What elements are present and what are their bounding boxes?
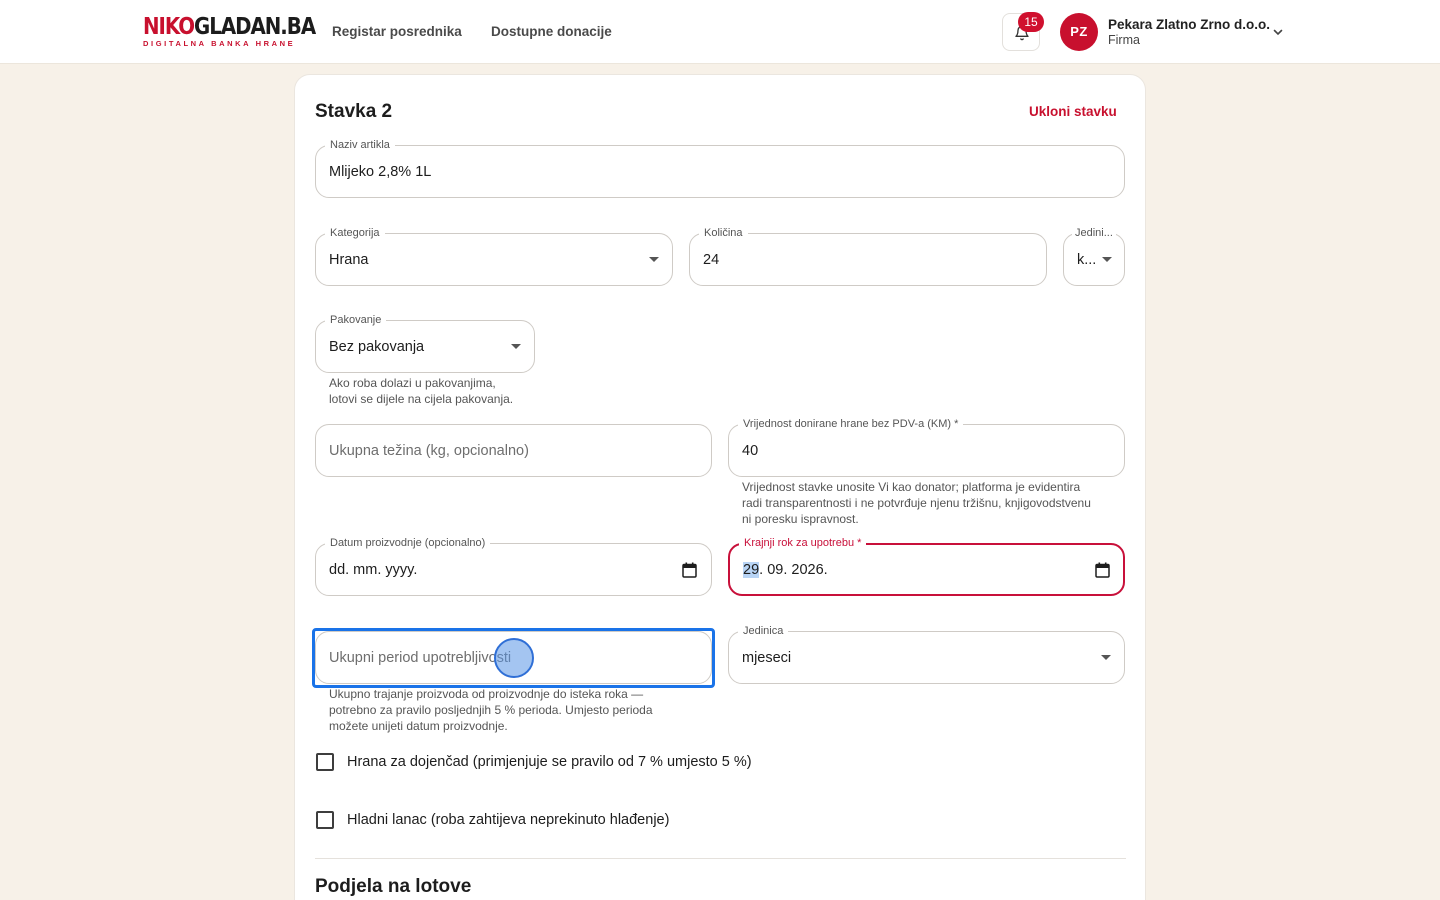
datum-proizvodnje-field[interactable]: Datum proizvodnje (opcionalno) dd. mm. y… [315,536,712,596]
vrijednost-field[interactable]: Vrijednost donirane hrane bez PDV-a (KM)… [728,417,1125,477]
field-value: Bez pakovanja [329,338,425,355]
item-title: Stavka 2 [315,101,393,122]
nav-registar-posrednika[interactable]: Registar posrednika [332,24,462,39]
checkbox-label: Hladni lanac (roba zahtijeva neprekinuto… [347,812,670,828]
logo-wordmark: NIKOGLADAN.BA [143,14,316,40]
field-placeholder: Ukupna težina (kg, opcionalno) [329,442,529,459]
dropdown-caret-icon [649,256,659,262]
field-value: mjeseci [742,649,792,666]
field-value: 24 [703,251,720,268]
field-value: dd. mm. yyyy. [329,561,418,578]
period-jedinica-select[interactable]: Jedinica mjeseci [728,624,1125,684]
jedinica-kolicina-select[interactable]: Jedini... k... [1063,226,1125,286]
chevron-down-icon[interactable] [1272,26,1284,38]
calendar-icon[interactable] [682,562,697,578]
period-helper: Ukupno trajanje proizvoda od proizvodnje… [329,687,653,733]
logo[interactable]: NIKOGLADAN.BA DIGITALNA BANKA HRANE [143,16,343,48]
dropdown-caret-icon [1102,256,1112,262]
user-role: Firma [1108,33,1140,47]
notification-count-badge: 15 [1018,12,1044,32]
checkbox-box[interactable] [316,753,334,771]
field-placeholder: Ukupni period upotrebljivosti [329,649,512,666]
field-value: 40 [742,442,759,459]
kolicina-field[interactable]: Količina 24 [689,226,1047,286]
dropdown-caret-icon [511,343,521,349]
nav-dostupne-donacije[interactable]: Dostupne donacije [491,24,612,39]
top-navigation-bar: NIKOGLADAN.BA DIGITALNA BANKA HRANE Regi… [0,0,1440,64]
field-value: Mlijeko 2,8% 1L [329,163,432,180]
lotovi-title: Podjela na lotove [315,876,472,897]
cursor-indicator [494,638,534,678]
field-value: Hrana [329,251,369,268]
logo-tagline: DIGITALNA BANKA HRANE [143,39,296,48]
dropdown-caret-icon [1101,654,1111,660]
naziv-artikla-field[interactable]: Naziv artikla Mlijeko 2,8% 1L [315,138,1125,198]
divider [315,858,1126,859]
vrijednost-helper: Vrijednost stavke unosite Vi kao donator… [742,480,1091,526]
selected-day-segment[interactable]: 29 [743,561,760,578]
checkbox-label: Hrana za dojenčad (primjenjuje se pravil… [347,754,752,770]
kategorija-select[interactable]: Kategorija Hrana [315,226,673,286]
krajnji-rok-field[interactable]: Krajnji rok za upotrebu * 29. 09. 2026. [728,536,1125,596]
ukupna-tezina-field[interactable]: Ukupna težina (kg, opcionalno) [315,424,712,477]
field-value: 29. 09. 2026. [743,561,828,578]
calendar-icon[interactable] [1095,562,1110,578]
field-value: k... [1077,251,1097,268]
remove-item-button[interactable]: Ukloni stavku [1029,104,1117,119]
avatar[interactable]: PZ [1060,13,1098,51]
field-label: Vrijednost donirane hrane bez PDV-a (KM)… [738,417,964,431]
checkbox-hladni-lanac[interactable]: Hladni lanac (roba zahtijeva neprekinuto… [316,811,669,829]
pakovanje-helper: Ako roba dolazi u pakovanjima, lotovi se… [329,376,514,406]
checkbox-dojencad[interactable]: Hrana za dojenčad (primjenjuje se pravil… [316,753,752,771]
user-name[interactable]: Pekara Zlatno Zrno d.o.o. [1108,17,1270,32]
pakovanje-select[interactable]: Pakovanje Bez pakovanja [315,313,535,373]
checkbox-box[interactable] [316,811,334,829]
